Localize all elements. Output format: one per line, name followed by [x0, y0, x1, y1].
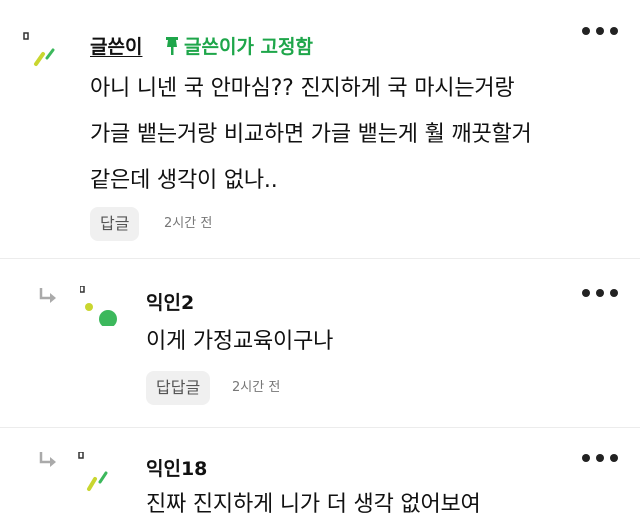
avatar-icon[interactable] [80, 286, 120, 326]
comment-author[interactable]: 글쓴이 [90, 32, 142, 59]
more-options-icon[interactable] [580, 286, 620, 300]
comment-author[interactable]: 익인18 [146, 454, 207, 481]
more-options-icon[interactable] [580, 451, 620, 465]
pinned-label: 글쓴이가 고정함 [184, 36, 313, 58]
comment-text: 아니 니넨 국 안마심?? 진지하게 국 마시는거랑 가글 뱉는거랑 비교하면 … [90, 76, 532, 193]
avatar-icon[interactable] [78, 452, 118, 492]
comment-text: 이게 가정교육이구나 [146, 329, 334, 354]
timestamp: 2시간 전 [232, 380, 281, 395]
avatar-icon[interactable] [22, 30, 62, 70]
push-pin-icon [166, 36, 178, 55]
comment-op: 글쓴이 글쓴이가 고정함 아니 니넨 국 안마심?? 진지하게 국 마시는거랑 … [0, 0, 640, 258]
reply-arrow-icon [39, 288, 56, 303]
reply-button[interactable]: 답글 [90, 207, 140, 241]
comment-reply: 익인18 진짜 진지하게 니가 더 생각 없어보여 [0, 428, 640, 531]
reply-button[interactable]: 답답글 [146, 371, 211, 405]
timestamp: 2시간 전 [164, 216, 213, 231]
pinned-badge: 글쓴이가 고정함 [164, 32, 313, 59]
comment-text: 진짜 진지하게 니가 더 생각 없어보여 [146, 492, 481, 517]
more-options-icon[interactable] [580, 24, 620, 38]
comment-author[interactable]: 익인2 [146, 288, 194, 315]
reply-arrow-icon [39, 452, 56, 467]
comment-reply: 익인2 이게 가정교육이구나 답답글 2시간 전 [0, 259, 640, 427]
